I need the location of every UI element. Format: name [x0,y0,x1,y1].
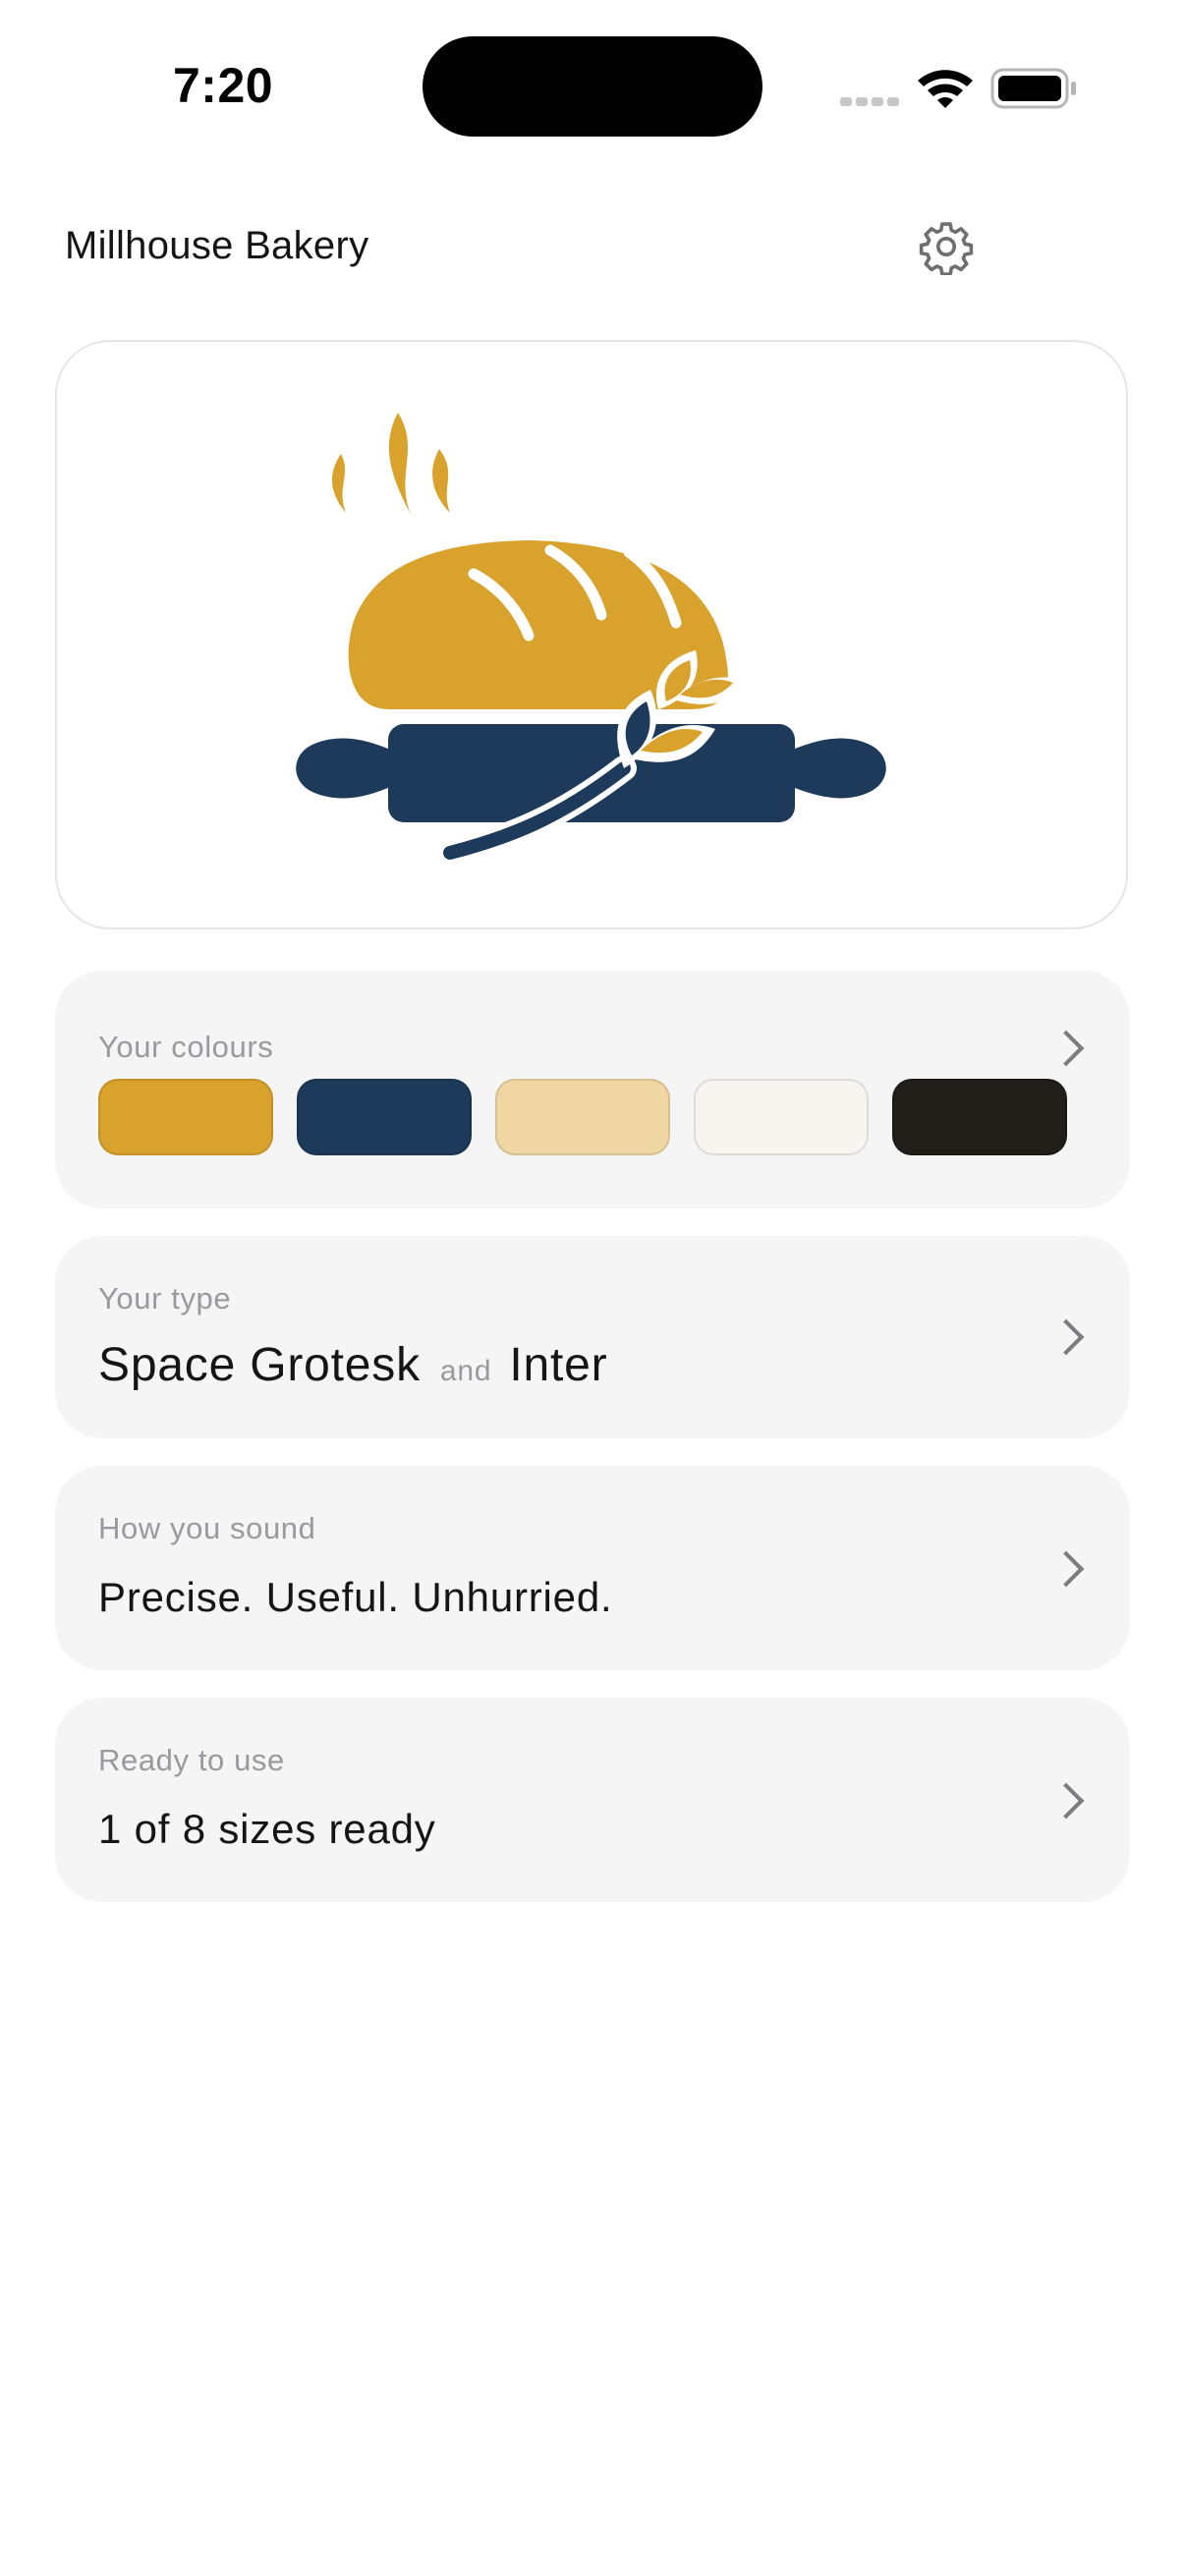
ready-value: 1 of 8 sizes ready [98,1806,436,1852]
wifi-icon [916,65,975,115]
chevron-right-icon[interactable] [1047,1318,1085,1356]
ready-label: Ready to use [98,1743,285,1777]
cellular-signal-icon [840,93,903,111]
page-title: Millhouse Bakery [65,224,369,267]
ready-card[interactable]: Ready to use 1 of 8 sizes ready [55,1698,1130,1902]
swatch-charcoal[interactable] [892,1079,1067,1155]
chevron-right-icon[interactable] [1047,1550,1085,1588]
chevron-right-icon[interactable] [1047,1030,1085,1067]
bakery-logo [285,405,900,873]
primary-font-name: Space Grotesk [98,1339,421,1391]
colours-card[interactable]: Your colours [55,971,1130,1208]
swatch-navy[interactable] [297,1079,472,1155]
colours-label: Your colours [98,1030,274,1064]
gear-icon[interactable] [918,218,975,276]
type-pairing: Space Grotesk and Inter [98,1338,607,1392]
type-card[interactable]: Your type Space Grotesk and Inter [55,1236,1130,1438]
dynamic-island [423,36,762,137]
battery-icon [990,67,1079,115]
voice-value: Precise. Useful. Unhurried. [98,1574,613,1620]
secondary-font-name: Inter [509,1339,608,1391]
swatch-wheat[interactable] [495,1079,670,1155]
type-label: Your type [98,1281,232,1316]
swatch-gold[interactable] [98,1079,273,1155]
swatch-cream[interactable] [694,1079,869,1155]
voice-label: How you sound [98,1511,316,1545]
voice-card[interactable]: How you sound Precise. Useful. Unhurried… [55,1466,1130,1670]
status-time: 7:20 [173,58,274,113]
font-joiner: and [439,1355,492,1387]
chevron-right-icon[interactable] [1047,1782,1085,1820]
